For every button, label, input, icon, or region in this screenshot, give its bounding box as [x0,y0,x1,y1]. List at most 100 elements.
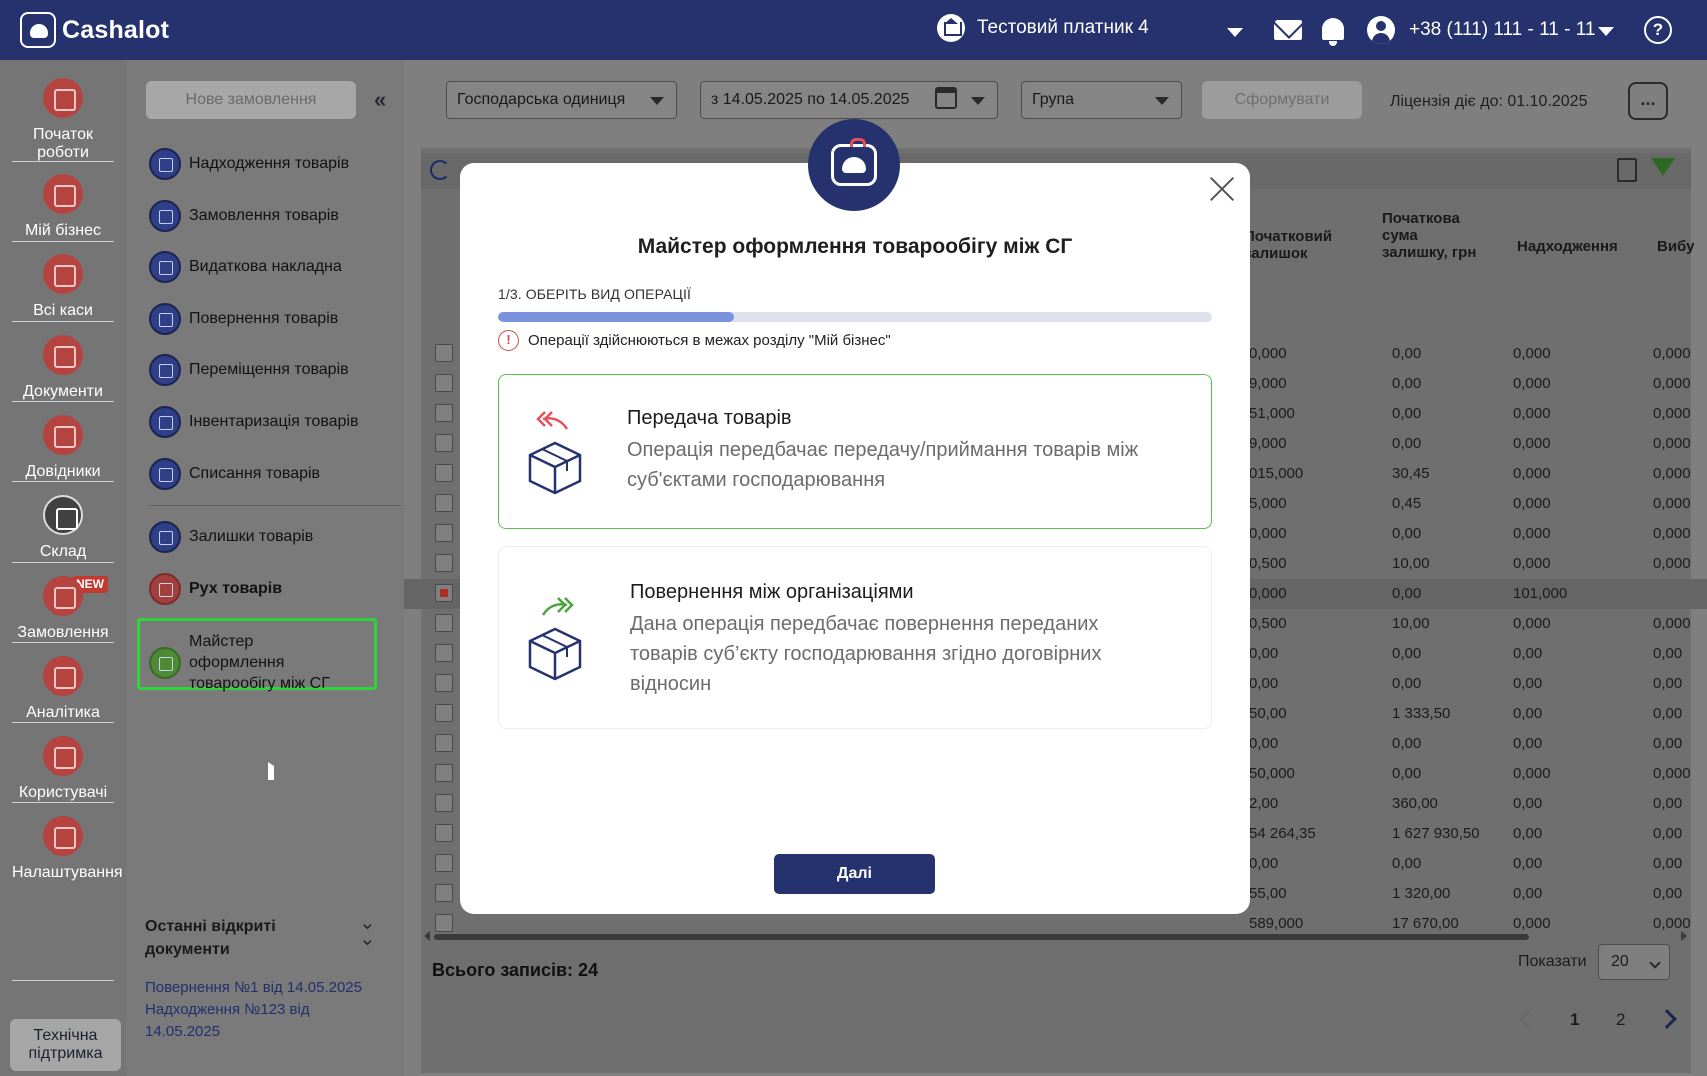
horizontal-scrollbar[interactable] [434,934,1529,940]
table-cell: 0,000 [1653,405,1691,422]
row-checkbox[interactable] [435,674,453,692]
bell-icon[interactable] [1322,18,1344,46]
row-checkbox[interactable] [435,434,453,452]
row-checkbox[interactable] [435,404,453,422]
more-options-button[interactable]: ... [1628,82,1668,120]
row-checkbox[interactable] [435,554,453,572]
table-cell: 0,000 [1653,465,1691,482]
submenu-item-label: Замовлення товарів [189,207,339,224]
recent-doc-link[interactable]: Повернення №1 від 14.05.2025 [145,977,385,999]
option-return-card[interactable]: Повернення між організаціями Дана операц… [498,546,1212,729]
invoice-icon [149,251,181,283]
table-cell: 30,45 [1392,465,1430,482]
row-checkbox[interactable] [435,824,453,842]
new-order-button[interactable]: Нове замовлення [146,81,356,119]
chevron-double-down-icon[interactable]: ⌄ ⌄ [359,913,376,949]
submenu-item-transfers[interactable]: Переміщення товарів [149,354,349,386]
submenu-item-orders[interactable]: Замовлення товарів [149,200,339,232]
nav-start[interactable]: Початок роботи [0,78,126,162]
row-checkbox[interactable] [435,794,453,812]
submenu-item-returns[interactable]: Повернення товарів [149,303,338,335]
option-transfer-card[interactable]: Передача товарів Операція передбачає пер… [498,374,1212,529]
nav-business[interactable]: Мій бізнес [0,174,126,240]
row-checkbox[interactable] [435,734,453,752]
table-cell: 0,00 [1513,675,1543,692]
recent-docs-title: Останні відкриті документи [145,918,276,958]
filter-icon[interactable] [1651,158,1675,176]
nav-directories[interactable]: Довідники [0,415,126,481]
row-checkbox[interactable] [435,704,453,722]
table-cell: 0,00 [1513,885,1543,902]
unit-select[interactable]: Господарська одиниця [446,81,677,119]
settings-icon [43,816,83,856]
row-checkbox[interactable] [435,584,453,602]
submenu-item-receipts[interactable]: Надходження товарів [149,148,349,180]
payer-selector[interactable]: Тестовий платник 4 [937,14,1149,42]
col-header-start-sum[interactable]: Початкова сума залишку, грн [1382,210,1482,261]
submenu-item-writeoff[interactable]: Списання товарів [149,458,320,490]
nav-orders[interactable]: NEW Замовлення [0,576,126,642]
recent-doc-link[interactable]: Надходження №123 від 14.05.2025 [145,999,320,1043]
table-cell: 0,00 [1249,675,1279,692]
payer-dropdown-icon[interactable] [1227,28,1243,37]
row-checkbox[interactable] [435,854,453,872]
collapse-menu-icon[interactable]: « [374,89,386,111]
nav-documents[interactable]: Документи [0,335,126,401]
next-button[interactable]: Далі [774,854,935,894]
app-logo[interactable]: Cashalot [20,10,169,50]
submenu-item-invoice[interactable]: Видаткова накладна [149,251,342,283]
user-phone[interactable]: +38 (111) 111 - 11 - 11 [1409,19,1595,41]
table-cell: 0,000 [1653,345,1691,362]
row-checkbox[interactable] [435,344,453,362]
row-checkbox[interactable] [435,374,453,392]
nav-divider [12,241,114,242]
row-checkbox[interactable] [435,524,453,542]
row-checkbox[interactable] [435,884,453,902]
group-select[interactable]: Група [1021,81,1182,119]
col-header-receipts[interactable]: Надходження [1517,238,1618,255]
support-button[interactable]: Технічна підтримка [10,1019,121,1071]
submenu-item-stock[interactable]: Залишки товарів [149,521,313,553]
row-checkbox[interactable] [435,494,453,512]
submenu-item-label: Інвентаризація товарів [189,413,359,430]
business-icon [43,174,83,214]
warning-icon: ! [498,330,519,351]
row-checkbox[interactable] [435,464,453,482]
nav-warehouse[interactable]: Склад [0,495,126,561]
nav-analytics[interactable]: Аналітика [0,656,126,722]
close-icon[interactable] [1208,175,1236,203]
row-checkbox[interactable] [435,764,453,782]
nav-users[interactable]: Користувачі [0,736,126,802]
page-size-select[interactable]: 20 [1598,944,1670,980]
export-icon[interactable] [1617,158,1637,182]
col-header-issued[interactable]: Вибу [1657,238,1694,255]
calendar-icon[interactable] [935,87,957,109]
table-cell: 0,000 [1513,495,1551,512]
row-checkbox[interactable] [435,914,453,932]
table-cell: 360,00 [1392,795,1438,812]
row-checkbox[interactable] [435,644,453,662]
user-dropdown-icon[interactable] [1598,27,1614,36]
col-header-start-balance[interactable]: Початковий залишок [1244,228,1354,262]
scroll-right-icon[interactable] [1681,931,1687,941]
user-avatar-icon[interactable] [1367,16,1395,44]
submenu-item-wizard[interactable]: Майстер оформлення товарообігу між СГ [149,631,349,694]
table-cell: 0,00 [1513,795,1543,812]
option-transfer-desc: Операція передбачає передачу/приймання т… [627,439,1139,491]
generate-button[interactable]: Сформувати [1202,81,1362,119]
nav-cash-registers[interactable]: Всі каси [0,254,126,320]
page-1[interactable]: 1 [1570,1010,1579,1030]
nav-settings[interactable]: Налаштування [0,816,126,882]
refresh-icon[interactable] [430,160,450,180]
help-icon[interactable]: ? [1644,16,1672,44]
documents-icon [43,335,83,375]
submenu-item-movement[interactable]: Рух товарів [149,573,282,605]
table-cell: 51,000 [1249,405,1295,422]
page-2[interactable]: 2 [1616,1010,1625,1030]
mail-icon[interactable] [1274,20,1302,40]
wizard-progress-bar [498,312,1212,322]
submenu-item-inventory[interactable]: Інвентаризація товарів [149,406,359,438]
scroll-left-icon[interactable] [424,931,430,941]
row-checkbox[interactable] [435,614,453,632]
nav-warehouse-label: Склад [39,543,87,560]
